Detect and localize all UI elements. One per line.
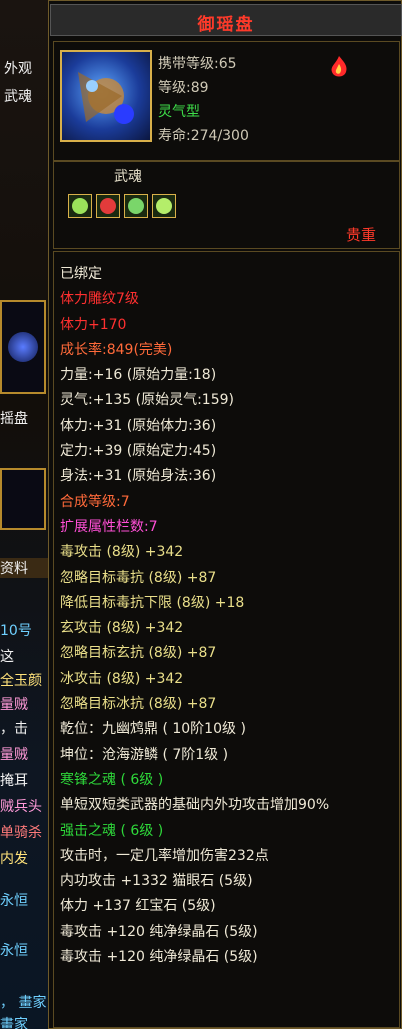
- chat-line: 掩耳: [0, 773, 28, 789]
- info-tab[interactable]: 资料: [0, 558, 48, 578]
- soul-section: 武魂 贵重: [53, 161, 400, 249]
- attribute-line: 体力:+31 (原始体力:36): [60, 417, 217, 434]
- flame-badge-icon: [331, 56, 347, 77]
- soul-gem-slot[interactable]: [68, 194, 92, 218]
- chat-line: 内发: [0, 851, 28, 867]
- chat-line: 贼兵头: [0, 799, 42, 815]
- attribute-line: 灵气:+135 (原始灵气:159): [60, 392, 234, 409]
- attribute-line: 体力+170: [60, 316, 127, 333]
- item-life: 寿命:274/300: [158, 128, 249, 144]
- chat-line: 永恒: [0, 943, 28, 959]
- chat-line: ， 畫家: [0, 995, 47, 1011]
- attribute-line: 成长率:849(完美): [60, 341, 173, 358]
- left-label: 摇盘: [0, 411, 28, 427]
- attribute-line: 忽略目标毒抗 (8级) +87: [60, 569, 217, 586]
- chat-line: ，击: [0, 721, 28, 737]
- attribute-line: 合成等级:7: [60, 493, 130, 510]
- item-level: 等级:89: [158, 80, 209, 96]
- attribute-line: 力量:+16 (原始力量:18): [60, 367, 217, 384]
- gem-icon: [128, 198, 144, 214]
- gem-icon: [100, 198, 116, 214]
- attribute-line: 冰攻击 (8级) +342: [60, 670, 184, 687]
- chat-line: 这: [0, 649, 14, 665]
- item-type: 灵气型: [158, 104, 200, 120]
- attribute-line: 寒锋之魂 ( 6级 ): [60, 771, 164, 788]
- attribute-line: 降低目标毒抗下限 (8级) +18: [60, 594, 245, 611]
- chat-line: 单骑杀: [0, 825, 42, 841]
- attribute-line: 毒攻击 +120 纯净绿晶石 (5级): [60, 923, 258, 940]
- soul-gems: [68, 194, 176, 218]
- attribute-line: 毒攻击 +120 纯净绿晶石 (5级): [60, 949, 258, 966]
- item-icon: [60, 50, 152, 142]
- item-meta: 携带等级:65 等级:89 灵气型 寿命:274/300: [158, 52, 249, 148]
- soul-gem-slot[interactable]: [96, 194, 120, 218]
- chat-line: 量贼: [0, 697, 28, 713]
- attribute-line: 忽略目标玄抗 (8级) +87: [60, 645, 217, 662]
- soul-label: 武魂: [114, 169, 142, 185]
- attribute-line: 扩展属性栏数:7: [60, 518, 158, 535]
- attribute-line: 攻击时，一定几率增加伤害232点: [60, 847, 269, 864]
- attribute-panel: 已绑定体力雕纹7级 体力+170 成长率:849(完美) 力量:+16 (原始力量:1…: [53, 251, 400, 1028]
- attribute-list: 已绑定体力雕纹7级 体力+170 成长率:849(完美) 力量:+16 (原始力量:1…: [60, 262, 396, 970]
- left-item-slot[interactable]: [0, 468, 46, 530]
- left-label: 外观: [4, 61, 32, 77]
- chat-line: 畫家: [0, 1017, 28, 1029]
- gem-icon: [72, 198, 88, 214]
- attribute-line: 已绑定: [60, 266, 102, 282]
- left-label: 武魂: [4, 89, 32, 105]
- item-tooltip: 御瑶盘 携带等级:65 等级:89 灵气型 寿命:274/300 武魂 贵重 已…: [48, 0, 402, 1029]
- soul-gem-slot[interactable]: [124, 194, 148, 218]
- carry-level: 携带等级:65: [158, 56, 237, 72]
- attribute-line: 毒攻击 (8级) +342: [60, 544, 184, 561]
- attribute-line: 玄攻击 (8级) +342: [60, 620, 184, 637]
- chat-line: 量贼: [0, 747, 28, 763]
- item-name: 御瑶盘: [197, 15, 255, 35]
- attribute-line: 坤位：沧海游鳞 ( 7阶1级 ): [60, 746, 229, 763]
- rarity-label: 贵重: [346, 226, 377, 244]
- attribute-line: 身法:+31 (原始身法:36): [60, 468, 217, 485]
- attribute-line: 单短双短类武器的基础内外功攻击增加90%: [60, 797, 330, 814]
- soul-gem-slot[interactable]: [152, 194, 176, 218]
- attribute-line: 体力 +137 红宝石 (5级): [60, 898, 216, 915]
- attribute-line: 内功攻击 +1332 猫眼石 (5级): [60, 873, 253, 890]
- item-header: 携带等级:65 等级:89 灵气型 寿命:274/300: [53, 41, 400, 161]
- attribute-line: 体力雕纹7级: [60, 291, 139, 308]
- tooltip-titlebar: 御瑶盘: [50, 4, 402, 36]
- left-item-slot[interactable]: [0, 300, 46, 394]
- chat-line: 永恒: [0, 893, 28, 909]
- attribute-line: 强击之魂 ( 6级 ): [60, 822, 164, 839]
- spinning-disc-icon: [78, 72, 134, 124]
- left-game-panel: 外观 武魂 摇盘 资料 10号 这 全玉颜 量贼 ，击 量贼 掩耳 贼兵头 单骑…: [0, 0, 48, 1029]
- chat-line: 10号: [0, 623, 32, 639]
- gem-icon: [156, 198, 172, 214]
- attribute-line: 忽略目标冰抗 (8级) +87: [60, 696, 217, 713]
- attribute-line: 定力:+39 (原始定力:45): [60, 443, 217, 460]
- item-thumb-icon: [8, 332, 38, 362]
- attribute-line: 乾位：九幽鸩鼎 ( 10阶10级 ): [60, 721, 246, 738]
- chat-line: 全玉颜: [0, 673, 42, 689]
